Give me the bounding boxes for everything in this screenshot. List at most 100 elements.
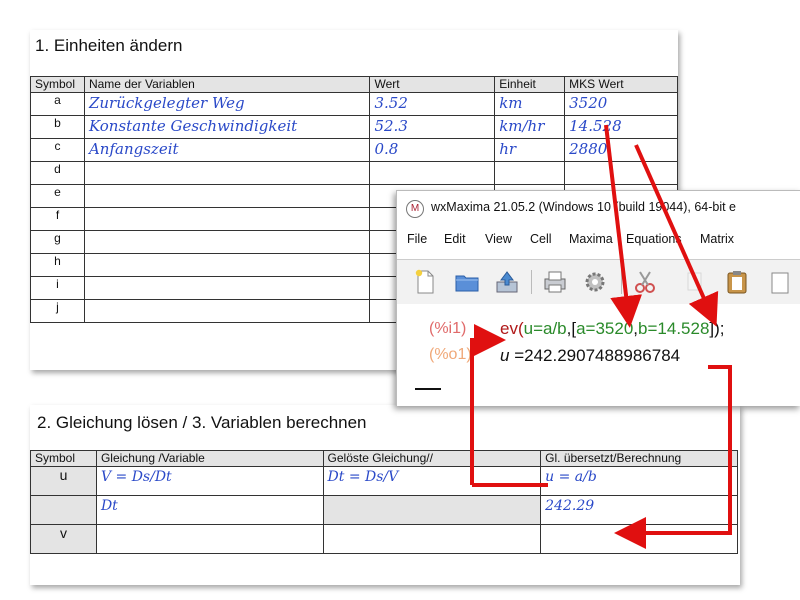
table-row: v xyxy=(30,524,738,554)
header-berechnung: Gl. übersetzt/Berechnung xyxy=(540,450,738,467)
menu-file[interactable]: File xyxy=(407,232,427,246)
row-mks[interactable]: 2880 xyxy=(564,138,678,162)
table-header-row: Symbol Gleichung /Variable Gelöste Gleic… xyxy=(30,450,738,467)
row-name[interactable] xyxy=(83,207,371,231)
equation-table: Symbol Gleichung /Variable Gelöste Gleic… xyxy=(30,450,738,554)
row-symbol: v xyxy=(30,524,97,554)
toolbar xyxy=(397,259,800,305)
row-wert[interactable]: 3.52 xyxy=(369,92,496,116)
row-symbol: g xyxy=(30,230,85,254)
row-name[interactable]: Konstante Geschwindigkeit xyxy=(83,115,371,139)
row-einheit[interactable]: km/hr xyxy=(494,115,566,139)
row-gleichung[interactable]: Dt xyxy=(95,495,324,525)
extra-tool-icon[interactable] xyxy=(767,268,795,296)
save-icon[interactable] xyxy=(493,268,521,296)
equation-sheet: 2. Gleichung lösen / 3. Variablen berech… xyxy=(30,405,740,585)
header-mks: MKS Wert xyxy=(564,76,678,93)
table-row: b Konstante Geschwindigkeit 52.3 km/hr 1… xyxy=(30,115,678,139)
row-name[interactable] xyxy=(83,253,371,277)
menu-equations[interactable]: Equations xyxy=(626,232,682,246)
header-einheit: Einheit xyxy=(494,76,566,93)
row-geloest[interactable] xyxy=(322,495,542,525)
input-cell[interactable]: ev(u=a/b,[a=3520,b=14.528]); xyxy=(500,319,725,339)
row-einheit[interactable]: km xyxy=(494,92,566,116)
insert-cursor xyxy=(415,388,441,390)
row-symbol: e xyxy=(30,184,85,208)
row-name[interactable]: Anfangszeit xyxy=(83,138,371,162)
row-symbol: i xyxy=(30,276,85,300)
row-symbol: c xyxy=(30,138,85,162)
menu-matrix[interactable]: Matrix xyxy=(700,232,734,246)
row-mks[interactable] xyxy=(564,161,678,185)
row-name[interactable] xyxy=(83,230,371,254)
menu-edit[interactable]: Edit xyxy=(444,232,466,246)
code-expr: u=a/b xyxy=(523,319,567,338)
print-icon[interactable] xyxy=(541,268,569,296)
row-symbol xyxy=(30,495,97,525)
header-name: Name der Variablen xyxy=(83,76,371,93)
input-label: (%i1) xyxy=(429,320,467,337)
code-a: a=3520 xyxy=(576,319,634,338)
row-name[interactable]: Zurückgelegter Weg xyxy=(83,92,371,116)
code-b: b=14.528 xyxy=(638,319,710,338)
code-sep: ,[ xyxy=(566,319,577,338)
header-symbol: Symbol xyxy=(30,450,97,467)
menu-cell[interactable]: Cell xyxy=(530,232,552,246)
table-row: c Anfangszeit 0.8 hr 2880 xyxy=(30,138,678,162)
table-header-row: Symbol Name der Variablen Wert Einheit M… xyxy=(30,76,678,93)
worksheet[interactable]: (%i1) (%o1) ev(u=a/b,[a=3520,b=14.528]);… xyxy=(397,304,800,406)
row-symbol: b xyxy=(30,115,85,139)
header-wert: Wert xyxy=(369,76,496,93)
table-row: Dt 242.29 xyxy=(30,495,738,525)
code-fn: ev( xyxy=(500,319,524,338)
output-value: 242.2907488986784 xyxy=(524,346,681,365)
row-symbol: h xyxy=(30,253,85,277)
row-wert[interactable]: 52.3 xyxy=(369,115,496,139)
row-gleichung[interactable]: V = Ds/Dt xyxy=(95,466,324,496)
row-berechnung[interactable] xyxy=(540,524,738,554)
wxmaxima-window: M wxMaxima 21.05.2 (Windows 10 (build 19… xyxy=(396,190,800,406)
settings-gear-icon[interactable] xyxy=(581,268,609,296)
row-einheit[interactable] xyxy=(494,161,566,185)
header-symbol: Symbol xyxy=(30,76,85,93)
row-name[interactable] xyxy=(83,161,371,185)
row-wert[interactable] xyxy=(369,161,496,185)
row-symbol: a xyxy=(30,92,85,116)
row-name[interactable] xyxy=(83,276,371,300)
row-symbol: d xyxy=(30,161,85,185)
row-geloest[interactable] xyxy=(322,524,542,554)
section1-title: 1. Einheiten ändern xyxy=(35,36,183,55)
row-mks[interactable]: 3520 xyxy=(564,92,678,116)
table-row: d xyxy=(30,161,678,185)
row-berechnung[interactable]: u = a/b xyxy=(540,466,738,496)
open-folder-icon[interactable] xyxy=(453,268,481,296)
menu-view[interactable]: View xyxy=(485,232,512,246)
row-geloest[interactable]: Dt = Ds/V xyxy=(322,466,542,496)
output-label: (%o1) xyxy=(429,346,472,363)
menu-bar: File Edit View Cell Maxima Equations Mat… xyxy=(397,232,800,252)
header-gleichung: Gleichung /Variable xyxy=(95,450,324,467)
paste-clipboard-icon[interactable] xyxy=(723,268,751,296)
table-row: a Zurückgelegter Weg 3.52 km 3520 xyxy=(30,92,678,116)
row-name[interactable] xyxy=(83,299,371,323)
window-title: wxMaxima 21.05.2 (Windows 10 (build 1904… xyxy=(431,200,737,214)
copy-icon[interactable] xyxy=(681,268,709,296)
cut-scissors-icon[interactable] xyxy=(631,268,659,296)
new-file-icon[interactable] xyxy=(411,268,439,296)
row-einheit[interactable]: hr xyxy=(494,138,566,162)
row-berechnung[interactable]: 242.29 xyxy=(540,495,738,525)
toolbar-separator xyxy=(621,270,622,294)
window-titlebar[interactable]: M wxMaxima 21.05.2 (Windows 10 (build 19… xyxy=(397,191,800,225)
output-eq: = xyxy=(509,346,525,365)
code-end: ]); xyxy=(709,319,725,338)
row-symbol: j xyxy=(30,299,85,323)
row-wert[interactable]: 0.8 xyxy=(369,138,496,162)
row-symbol: u xyxy=(30,466,97,496)
output-cell: u =242.2907488986784 xyxy=(500,346,680,366)
row-symbol: f xyxy=(30,207,85,231)
row-name[interactable] xyxy=(83,184,371,208)
menu-maxima[interactable]: Maxima xyxy=(569,232,613,246)
row-mks[interactable]: 14.528 xyxy=(564,115,678,139)
header-geloest: Gelöste Gleichung// xyxy=(322,450,542,467)
row-gleichung[interactable] xyxy=(95,524,324,554)
